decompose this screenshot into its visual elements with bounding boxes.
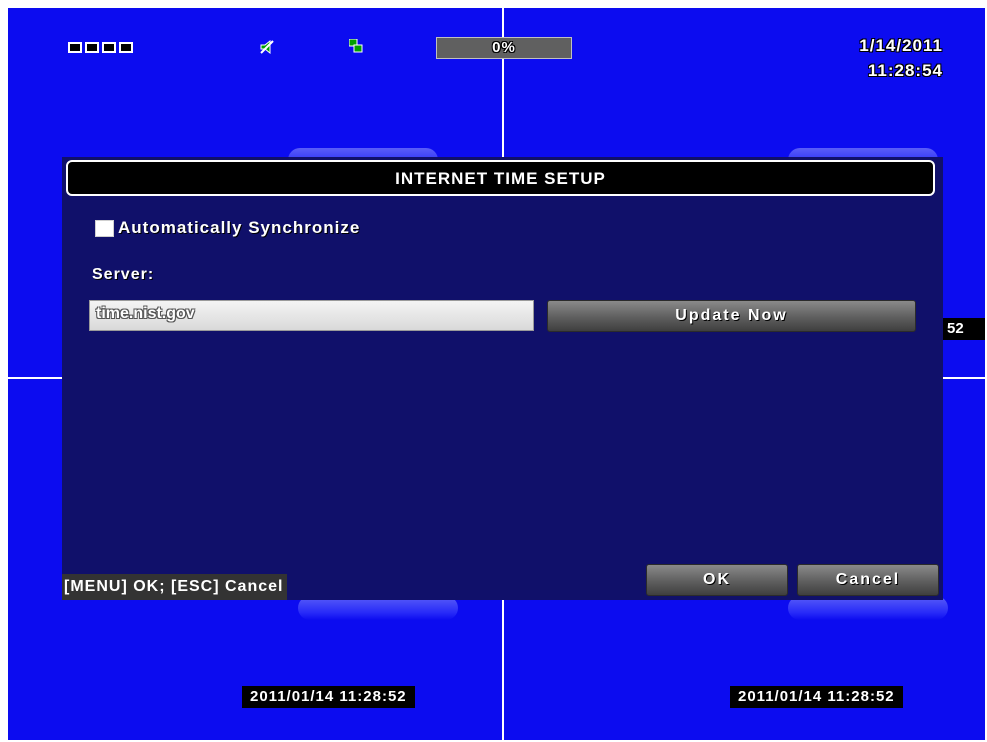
- date-display: 1/14/2011: [859, 36, 943, 55]
- camera-timestamp: 2011/01/14 11:28:52: [730, 686, 903, 708]
- internet-time-setup-dialog: INTERNET TIME SETUP Automatically Synchr…: [62, 157, 943, 600]
- auto-sync-label[interactable]: Automatically Synchronize: [118, 218, 360, 238]
- channel-indicators: [68, 42, 133, 53]
- auto-sync-checkbox[interactable]: [95, 220, 114, 237]
- update-now-button[interactable]: Update Now: [547, 300, 916, 332]
- dialog-title-bar: INTERNET TIME SETUP: [66, 160, 935, 196]
- progress-bar: 0%: [436, 37, 572, 59]
- channel-2-icon: [85, 42, 99, 53]
- dialog-title: INTERNET TIME SETUP: [395, 169, 606, 188]
- channel-3-icon: [102, 42, 116, 53]
- time-display: 11:28:54: [867, 61, 943, 80]
- channel-4-icon: [119, 42, 133, 53]
- server-label: Server:: [92, 266, 155, 283]
- network-icon: [349, 39, 363, 53]
- server-input[interactable]: time.nist.gov: [89, 300, 534, 331]
- progress-text: 0%: [492, 39, 516, 56]
- channel-1-icon: [68, 42, 82, 53]
- audio-mute-icon: [260, 40, 274, 54]
- key-hint: [MENU] OK; [ESC] Cancel: [62, 574, 288, 600]
- ok-button[interactable]: OK: [646, 564, 788, 596]
- cancel-button[interactable]: Cancel: [797, 564, 939, 596]
- camera-timestamp: 2011/01/14 11:28:52: [242, 686, 415, 708]
- dvr-screen: 0% 1/14/2011 11:28:54 2011/01/14 11:28:5…: [8, 8, 985, 740]
- camera-timestamp-partial: 52: [943, 318, 985, 340]
